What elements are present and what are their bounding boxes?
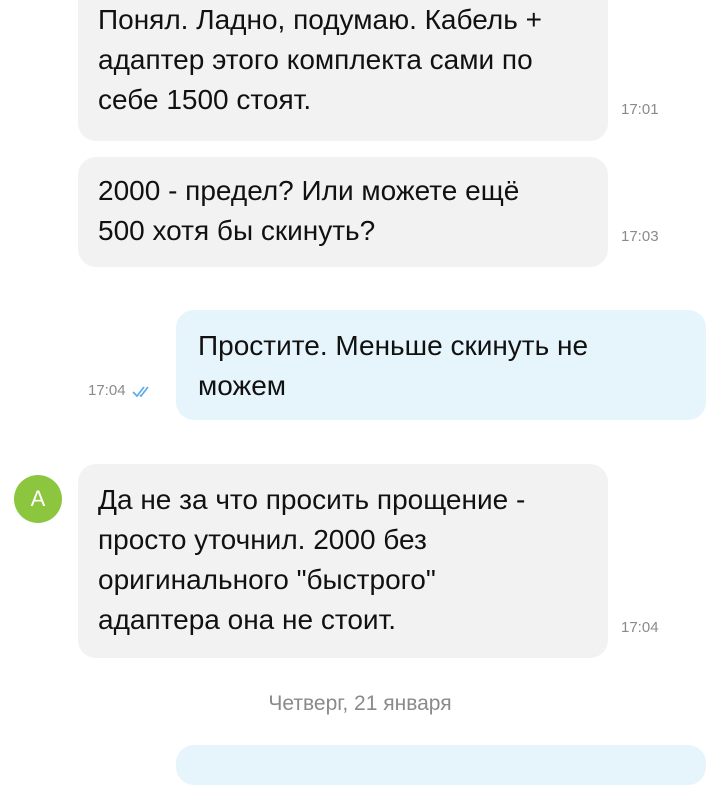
avatar[interactable]: A: [14, 475, 62, 523]
message-text: Простите. Меньше скинуть не можем: [198, 330, 589, 401]
message-text: 2000 - предел? Или можете ещё 500 хотя б…: [98, 175, 520, 246]
message-time: 17:04: [88, 382, 126, 399]
message-time: 17:03: [621, 228, 659, 245]
message-bubble-incoming[interactable]: 2000 - предел? Или можете ещё 500 хотя б…: [78, 157, 659, 267]
message-bubble-incoming[interactable]: Да не за что просить прощение - просто у…: [78, 464, 659, 658]
message-bubble-outgoing[interactable]: [176, 745, 706, 785]
message-text: Понял. Ладно, подумаю. Кабель + адаптер …: [98, 4, 542, 115]
message-time: 17:04: [621, 619, 659, 636]
message-time: 17:01: [621, 101, 659, 118]
message-time-status: 17:04: [88, 382, 154, 399]
date-separator: Четверг, 21 января: [268, 692, 452, 715]
message-text: Да не за что просить прощение - просто у…: [98, 484, 526, 635]
message-bubble-incoming[interactable]: Понял. Ладно, подумаю. Кабель + адаптер …: [78, 0, 659, 141]
message-bubble-outgoing[interactable]: Простите. Меньше скинуть не можем: [176, 310, 706, 420]
double-check-icon: [131, 386, 149, 397]
